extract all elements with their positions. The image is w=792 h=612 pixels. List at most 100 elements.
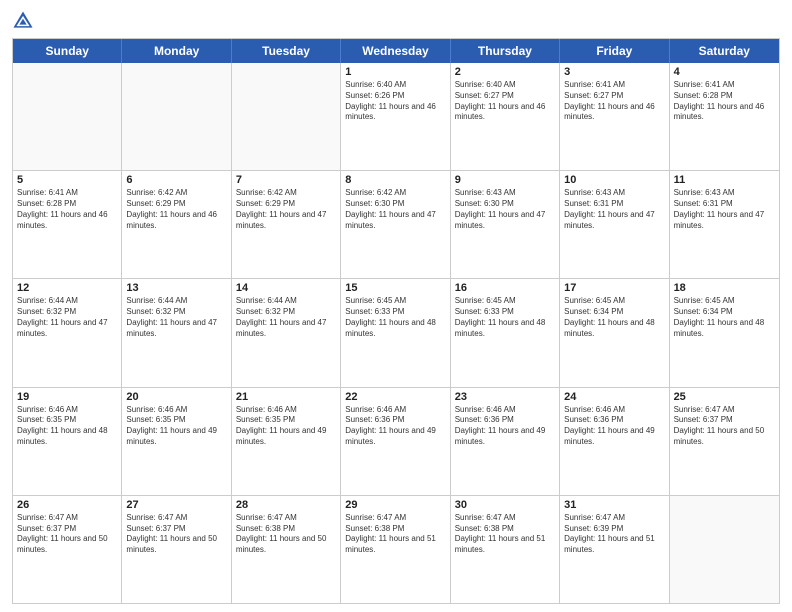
header bbox=[12, 10, 780, 32]
calendar-cell-empty-4-6 bbox=[670, 496, 779, 603]
header-day-sunday: Sunday bbox=[13, 39, 122, 63]
calendar-cell-12: 12Sunrise: 6:44 AM Sunset: 6:32 PM Dayli… bbox=[13, 279, 122, 386]
day-number: 3 bbox=[564, 66, 664, 78]
header-day-tuesday: Tuesday bbox=[232, 39, 341, 63]
cell-info: Sunrise: 6:47 AM Sunset: 6:39 PM Dayligh… bbox=[564, 513, 664, 556]
calendar-cell-4: 4 Sunrise: 6:41 AM Sunset: 6:28 PM Daylig… bbox=[670, 63, 779, 170]
day-number: 8 bbox=[345, 174, 445, 186]
cell-info: Sunrise: 6:45 AM Sunset: 6:33 PM Dayligh… bbox=[345, 296, 445, 339]
calendar-cell-28: 28 Sunrise: 6:47 AM Sunset: 6:38 PM Dayli… bbox=[232, 496, 341, 603]
day-number: 18 bbox=[674, 282, 775, 294]
day-number: 2 bbox=[455, 66, 555, 78]
calendar-row-4: 19 Sunrise: 6:46 AM Sunset: 6:35 PM Dayli… bbox=[13, 388, 779, 496]
calendar-cell-3: 3 Sunrise: 6:41 AM Sunset: 6:27 PM Daylig… bbox=[560, 63, 669, 170]
day-number: 9 bbox=[455, 174, 555, 186]
day-number: 22 bbox=[345, 391, 445, 403]
day-number: 16 bbox=[455, 282, 555, 294]
calendar-cell-empty-0-0 bbox=[13, 63, 122, 170]
header-day-wednesday: Wednesday bbox=[341, 39, 450, 63]
day-number: 17 bbox=[564, 282, 664, 294]
day-number: 4 bbox=[674, 66, 775, 78]
cell-info: Sunrise: 6:43 AM Sunset: 6:31 PM Dayligh… bbox=[674, 188, 775, 231]
cell-info: Sunrise: 6:45 AM Sunset: 6:34 PM Dayligh… bbox=[674, 296, 775, 339]
cell-info: Sunrise: 6:46 AM Sunset: 6:36 PM Dayligh… bbox=[564, 405, 664, 448]
day-number: 10 bbox=[564, 174, 664, 186]
calendar-cell-19: 19 Sunrise: 6:46 AM Sunset: 6:35 PM Dayli… bbox=[13, 388, 122, 495]
day-number: 28 bbox=[236, 499, 336, 511]
cell-info: Sunrise: 6:40 AM Sunset: 6:27 PM Dayligh… bbox=[455, 80, 555, 123]
page: SundayMondayTuesdayWednesdayThursdayFrid… bbox=[0, 0, 792, 612]
calendar-cell-9: 9 Sunrise: 6:43 AM Sunset: 6:30 PM Daylig… bbox=[451, 171, 560, 278]
day-number: 31 bbox=[564, 499, 664, 511]
cell-info: Sunrise: 6:45 AM Sunset: 6:33 PM Dayligh… bbox=[455, 296, 555, 339]
day-number: 20 bbox=[126, 391, 226, 403]
calendar-cell-31: 31 Sunrise: 6:47 AM Sunset: 6:39 PM Dayli… bbox=[560, 496, 669, 603]
calendar-cell-27: 27 Sunrise: 6:47 AM Sunset: 6:37 PM Dayli… bbox=[122, 496, 231, 603]
cell-info: Sunrise: 6:43 AM Sunset: 6:31 PM Dayligh… bbox=[564, 188, 664, 231]
calendar-body: 1 Sunrise: 6:40 AM Sunset: 6:26 PM Daylig… bbox=[13, 63, 779, 603]
day-number: 23 bbox=[455, 391, 555, 403]
calendar-cell-22: 22Sunrise: 6:46 AM Sunset: 6:36 PM Dayli… bbox=[341, 388, 450, 495]
cell-info: Sunrise: 6:42 AM Sunset: 6:29 PM Dayligh… bbox=[126, 188, 226, 231]
day-number: 5 bbox=[17, 174, 117, 186]
calendar-cell-empty-0-1 bbox=[122, 63, 231, 170]
cell-info: Sunrise: 6:47 AM Sunset: 6:37 PM Dayligh… bbox=[17, 513, 117, 556]
cell-info: Sunrise: 6:42 AM Sunset: 6:30 PM Dayligh… bbox=[345, 188, 445, 231]
cell-info: Sunrise: 6:42 AM Sunset: 6:29 PM Dayligh… bbox=[236, 188, 336, 231]
cell-info: Sunrise: 6:41 AM Sunset: 6:28 PM Dayligh… bbox=[674, 80, 775, 123]
calendar-cell-21: 21 Sunrise: 6:46 AM Sunset: 6:35 PM Dayli… bbox=[232, 388, 341, 495]
calendar-row-5: 26 Sunrise: 6:47 AM Sunset: 6:37 PM Dayli… bbox=[13, 496, 779, 603]
calendar-cell-24: 24 Sunrise: 6:46 AM Sunset: 6:36 PM Dayli… bbox=[560, 388, 669, 495]
logo bbox=[12, 10, 36, 32]
header-day-monday: Monday bbox=[122, 39, 231, 63]
cell-info: Sunrise: 6:44 AM Sunset: 6:32 PM Dayligh… bbox=[126, 296, 226, 339]
calendar-cell-15: 15 Sunrise: 6:45 AM Sunset: 6:33 PM Dayli… bbox=[341, 279, 450, 386]
header-day-thursday: Thursday bbox=[451, 39, 560, 63]
day-number: 24 bbox=[564, 391, 664, 403]
cell-info: Sunrise: 6:41 AM Sunset: 6:27 PM Dayligh… bbox=[564, 80, 664, 123]
day-number: 26 bbox=[17, 499, 117, 511]
header-day-saturday: Saturday bbox=[670, 39, 779, 63]
cell-info: Sunrise: 6:47 AM Sunset: 6:38 PM Dayligh… bbox=[236, 513, 336, 556]
cell-info: Sunrise: 6:46 AM Sunset: 6:35 PM Dayligh… bbox=[126, 405, 226, 448]
calendar-cell-29: 29 Sunrise: 6:47 AM Sunset: 6:38 PM Dayli… bbox=[341, 496, 450, 603]
day-number: 1 bbox=[345, 66, 445, 78]
day-number: 29 bbox=[345, 499, 445, 511]
calendar-cell-23: 23Sunrise: 6:46 AM Sunset: 6:36 PM Dayli… bbox=[451, 388, 560, 495]
day-number: 14 bbox=[236, 282, 336, 294]
cell-info: Sunrise: 6:47 AM Sunset: 6:37 PM Dayligh… bbox=[674, 405, 775, 448]
day-number: 15 bbox=[345, 282, 445, 294]
cell-info: Sunrise: 6:44 AM Sunset: 6:32 PM Dayligh… bbox=[236, 296, 336, 339]
day-number: 19 bbox=[17, 391, 117, 403]
calendar-cell-11: 11 Sunrise: 6:43 AM Sunset: 6:31 PM Dayli… bbox=[670, 171, 779, 278]
calendar-cell-8: 8 Sunrise: 6:42 AM Sunset: 6:30 PM Daylig… bbox=[341, 171, 450, 278]
cell-info: Sunrise: 6:45 AM Sunset: 6:34 PM Dayligh… bbox=[564, 296, 664, 339]
calendar-cell-30: 30Sunrise: 6:47 AM Sunset: 6:38 PM Dayli… bbox=[451, 496, 560, 603]
day-number: 12 bbox=[17, 282, 117, 294]
day-number: 21 bbox=[236, 391, 336, 403]
cell-info: Sunrise: 6:47 AM Sunset: 6:38 PM Dayligh… bbox=[345, 513, 445, 556]
cell-info: Sunrise: 6:40 AM Sunset: 6:26 PM Dayligh… bbox=[345, 80, 445, 123]
logo-icon bbox=[12, 10, 34, 32]
calendar: SundayMondayTuesdayWednesdayThursdayFrid… bbox=[12, 38, 780, 604]
calendar-cell-10: 10 Sunrise: 6:43 AM Sunset: 6:31 PM Dayli… bbox=[560, 171, 669, 278]
cell-info: Sunrise: 6:46 AM Sunset: 6:35 PM Dayligh… bbox=[236, 405, 336, 448]
cell-info: Sunrise: 6:46 AM Sunset: 6:35 PM Dayligh… bbox=[17, 405, 117, 448]
day-number: 6 bbox=[126, 174, 226, 186]
calendar-cell-7: 7 Sunrise: 6:42 AM Sunset: 6:29 PM Daylig… bbox=[232, 171, 341, 278]
calendar-cell-5: 5Sunrise: 6:41 AM Sunset: 6:28 PM Daylig… bbox=[13, 171, 122, 278]
calendar-cell-25: 25 Sunrise: 6:47 AM Sunset: 6:37 PM Dayli… bbox=[670, 388, 779, 495]
day-number: 27 bbox=[126, 499, 226, 511]
calendar-cell-2: 2 Sunrise: 6:40 AM Sunset: 6:27 PM Daylig… bbox=[451, 63, 560, 170]
calendar-cell-20: 20 Sunrise: 6:46 AM Sunset: 6:35 PM Dayli… bbox=[122, 388, 231, 495]
calendar-header: SundayMondayTuesdayWednesdayThursdayFrid… bbox=[13, 39, 779, 63]
calendar-row-2: 5Sunrise: 6:41 AM Sunset: 6:28 PM Daylig… bbox=[13, 171, 779, 279]
day-number: 7 bbox=[236, 174, 336, 186]
day-number: 11 bbox=[674, 174, 775, 186]
day-number: 30 bbox=[455, 499, 555, 511]
calendar-cell-13: 13Sunrise: 6:44 AM Sunset: 6:32 PM Dayli… bbox=[122, 279, 231, 386]
day-number: 25 bbox=[674, 391, 775, 403]
calendar-row-1: 1 Sunrise: 6:40 AM Sunset: 6:26 PM Daylig… bbox=[13, 63, 779, 171]
cell-info: Sunrise: 6:43 AM Sunset: 6:30 PM Dayligh… bbox=[455, 188, 555, 231]
cell-info: Sunrise: 6:47 AM Sunset: 6:37 PM Dayligh… bbox=[126, 513, 226, 556]
